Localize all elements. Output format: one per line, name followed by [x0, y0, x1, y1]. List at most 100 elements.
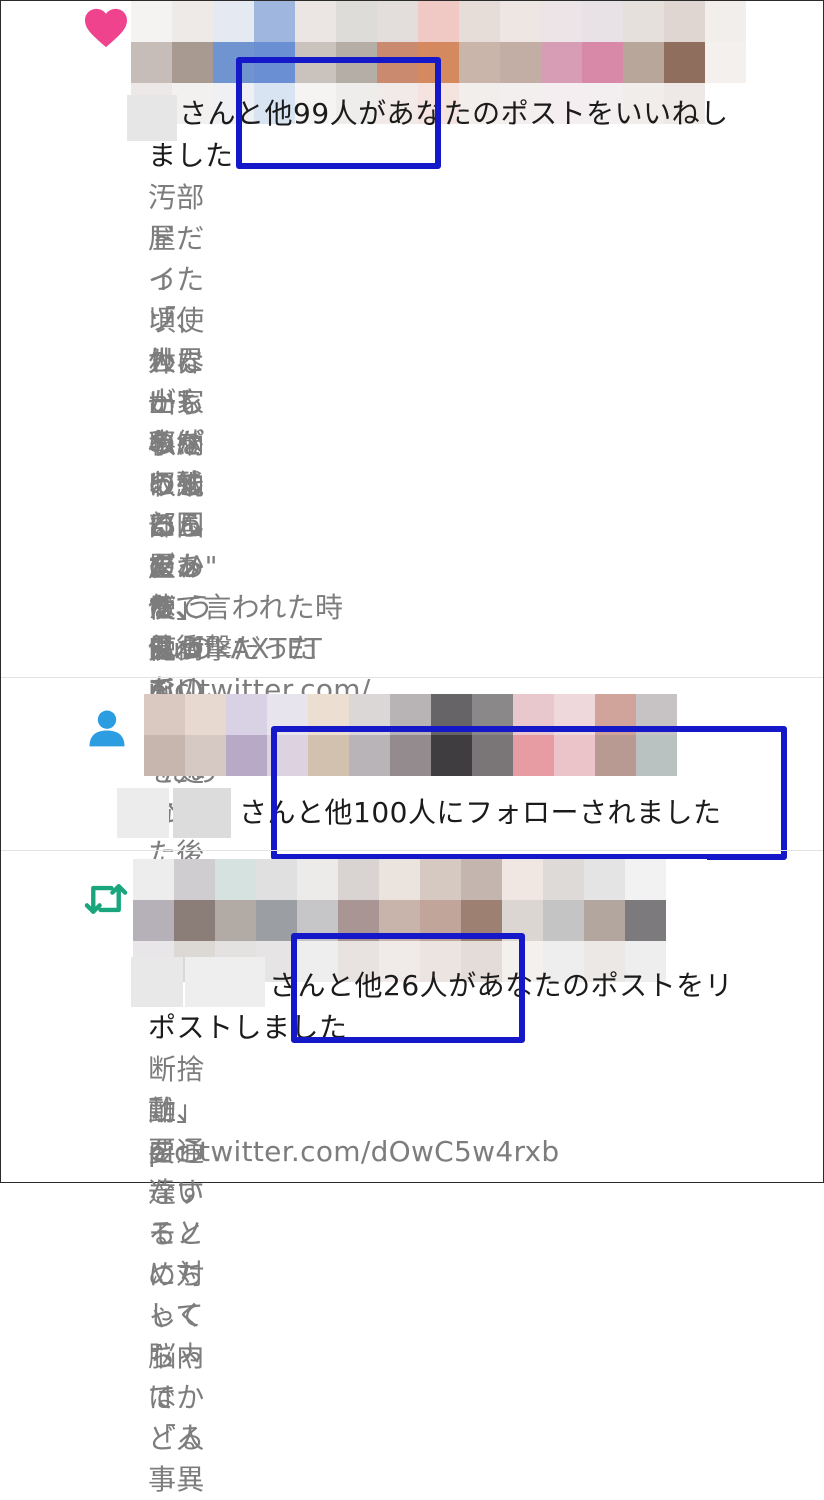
mosaic-tile	[420, 859, 461, 900]
mosaic-tile	[472, 694, 513, 735]
mosaic-tile	[297, 900, 338, 941]
mosaic-tile	[500, 42, 541, 83]
mosaic-tile	[254, 42, 295, 83]
mosaic-tile	[636, 694, 677, 735]
mosaic-tile	[595, 694, 636, 735]
mosaic-tile	[336, 1, 377, 42]
mosaic-tile	[174, 900, 215, 941]
mosaic-tile	[625, 900, 666, 941]
mosaic-tile	[254, 1, 295, 42]
mosaic-tile	[172, 1, 213, 42]
mosaic-tile	[543, 859, 584, 900]
mosaic-tile	[666, 900, 707, 941]
mosaic-tile	[666, 859, 707, 900]
mosaic-tile	[461, 859, 502, 900]
mosaic-tile	[390, 735, 431, 776]
mosaic-tile	[420, 900, 461, 941]
blurred-username	[173, 788, 231, 838]
mosaic-tile	[213, 42, 254, 83]
follower-avatars	[144, 694, 718, 776]
mosaic-tile	[185, 694, 226, 735]
mosaic-tile	[623, 42, 664, 83]
mosaic-tile	[664, 42, 705, 83]
mosaic-tile	[377, 42, 418, 83]
mosaic-tile	[349, 694, 390, 735]
repost-icon	[84, 884, 128, 914]
mosaic-tile	[623, 1, 664, 42]
mosaic-tile	[595, 735, 636, 776]
mosaic-tile	[677, 694, 718, 735]
mosaic-tile	[131, 1, 172, 42]
mosaic-tile	[513, 735, 554, 776]
mosaic-tile	[226, 735, 267, 776]
mosaic-tile	[226, 694, 267, 735]
mosaic-tile	[267, 694, 308, 735]
mosaic-tile	[379, 859, 420, 900]
mosaic-tile	[338, 900, 379, 941]
blurred-username	[131, 957, 183, 1007]
like-headline-line2: ました	[148, 139, 234, 172]
mosaic-tile	[144, 694, 185, 735]
like-headline-line1: さんと他99人があなたのポストをいいねし	[179, 97, 729, 130]
mosaic-tile	[133, 859, 174, 900]
mosaic-tile	[256, 900, 297, 941]
mosaic-tile	[338, 859, 379, 900]
mosaic-tile	[418, 1, 459, 42]
mosaic-tile	[502, 900, 543, 941]
mosaic-tile	[185, 735, 226, 776]
mosaic-tile	[390, 694, 431, 735]
mosaic-tile	[705, 42, 746, 83]
mosaic-tile	[513, 694, 554, 735]
mosaic-tile	[554, 694, 595, 735]
repost-headline-line2: ポストしました	[148, 1011, 348, 1044]
blurred-username	[117, 788, 169, 838]
follow-headline: さんと他100人にフォローされました	[239, 796, 722, 829]
mosaic-tile	[144, 735, 185, 776]
mosaic-tile	[295, 42, 336, 83]
mosaic-tile	[459, 42, 500, 83]
mosaic-tile	[459, 1, 500, 42]
mosaic-tile	[256, 859, 297, 900]
mosaic-tile	[502, 859, 543, 900]
mosaic-tile	[584, 859, 625, 900]
mosaic-tile	[174, 859, 215, 900]
mosaic-tile	[541, 42, 582, 83]
repost-headline-line1: さんと他26人があなたのポストをリ	[269, 969, 734, 1002]
mosaic-tile	[636, 735, 677, 776]
mosaic-tile	[215, 859, 256, 900]
mosaic-tile	[131, 42, 172, 83]
heart-icon	[85, 8, 127, 48]
post-body-line: pic.twitter.com/dOwC5w4rxb	[148, 1135, 560, 1168]
mosaic-tile	[554, 735, 595, 776]
mosaic-tile	[308, 735, 349, 776]
mosaic-tile	[213, 1, 254, 42]
mosaic-tile	[295, 1, 336, 42]
mosaic-tile	[267, 735, 308, 776]
mosaic-tile	[431, 735, 472, 776]
mosaic-tile	[349, 735, 390, 776]
mosaic-tile	[584, 900, 625, 941]
mosaic-tile	[582, 42, 623, 83]
mosaic-tile	[297, 859, 338, 900]
mosaic-tile	[625, 859, 666, 900]
like-notification[interactable]: さんと他99人があなたのポストをいいねし ました 汚部屋だった頃、世界一家事がう…	[1, 1, 823, 870]
mosaic-tile	[705, 1, 746, 42]
post-body-line: FuwfkAXTET	[148, 632, 323, 665]
mosaic-tile	[677, 735, 718, 776]
mosaic-tile	[500, 1, 541, 42]
mosaic-tile	[377, 1, 418, 42]
mosaic-tile	[431, 694, 472, 735]
mosaic-tile	[418, 42, 459, 83]
follow-notification[interactable]: さんと他100人にフォローされました	[1, 678, 823, 860]
mosaic-tile	[172, 42, 213, 83]
mosaic-tile	[379, 900, 420, 941]
person-icon	[89, 710, 125, 747]
mosaic-tile	[133, 900, 174, 941]
blurred-username	[185, 957, 265, 1007]
repost-notification[interactable]: さんと他26人があなたのポストをリ ポストしました 断捨離、要らないモノに対して…	[1, 851, 823, 1496]
mosaic-tile	[543, 900, 584, 941]
mosaic-tile	[541, 1, 582, 42]
mosaic-tile	[582, 1, 623, 42]
mosaic-tile	[664, 1, 705, 42]
screenshot-frame: さんと他99人があなたのポストをいいねし ました 汚部屋だった頃、世界一家事がう…	[0, 0, 824, 1496]
